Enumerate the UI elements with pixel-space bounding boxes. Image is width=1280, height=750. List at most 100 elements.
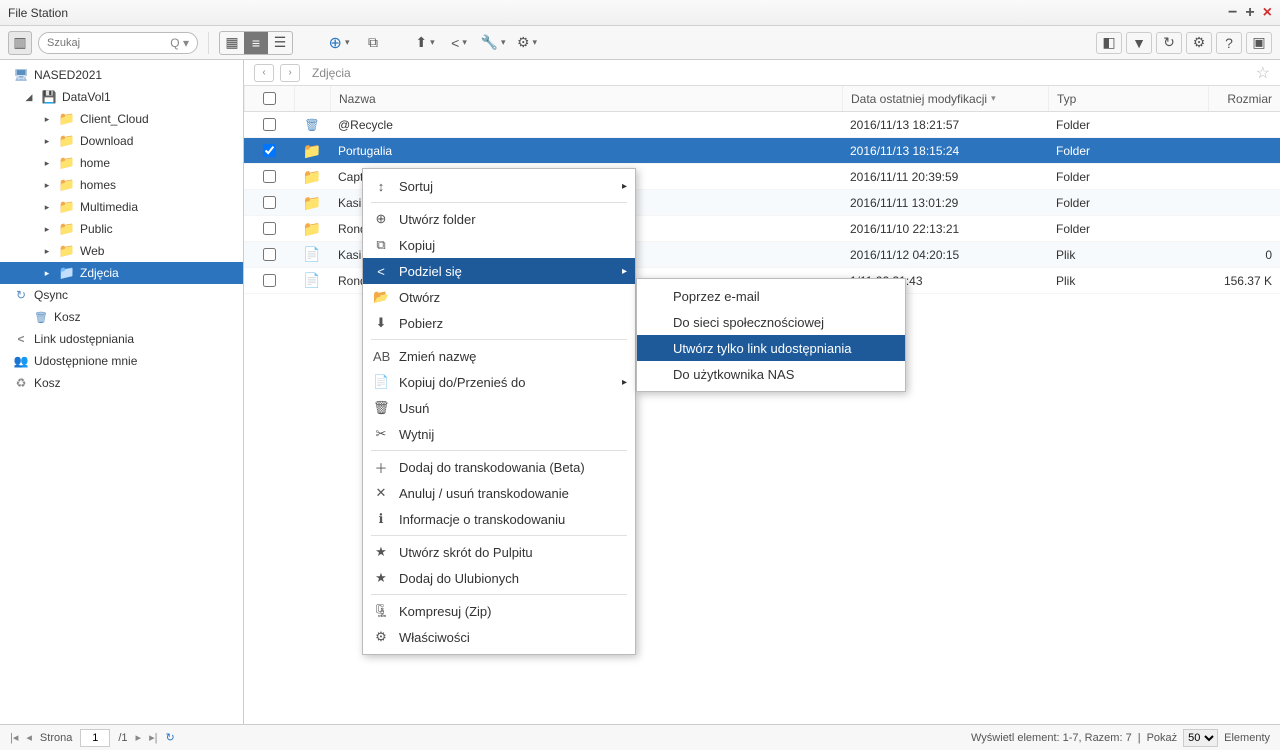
expand-icon[interactable]: ▸ [40, 246, 54, 257]
ctx-info-transcode[interactable]: ℹInformacje o transkodowaniu [363, 506, 635, 532]
refresh-button[interactable]: ↻ [1156, 32, 1182, 54]
sidebar-folder[interactable]: ▸Multimedia [0, 196, 243, 218]
filter-button[interactable]: ▼ [1126, 32, 1152, 54]
select-all-checkbox[interactable] [263, 92, 276, 105]
search-icon[interactable]: Q ▾ [170, 36, 189, 50]
sidebar-folder[interactable]: ▸Client_Cloud [0, 108, 243, 130]
maximize-button[interactable]: + [1245, 4, 1254, 22]
expand-icon[interactable]: ▸ [40, 202, 54, 213]
ctx-share[interactable]: <Podziel się [363, 258, 635, 284]
add-button[interactable]: ⊕ [325, 31, 353, 55]
row-checkbox[interactable] [263, 144, 276, 157]
sidebar-shared[interactable]: Udostępnione mnie [0, 350, 243, 372]
ctx-cut[interactable]: ✂Wytnij [363, 421, 635, 447]
expand-icon[interactable]: ▸ [40, 180, 54, 191]
page-next-button[interactable]: ▸ [136, 731, 142, 744]
upload-button[interactable]: ⬆ [411, 31, 439, 55]
expand-icon[interactable]: ◢ [22, 92, 36, 103]
sidebar-toggle-button[interactable]: ▥ [8, 31, 32, 55]
page-input[interactable] [80, 729, 110, 747]
breadcrumb-path[interactable]: Zdjęcia [312, 66, 351, 80]
row-checkbox[interactable] [263, 274, 276, 287]
ctx-shortcut[interactable]: ★Utwórz skrót do Pulpitu [363, 539, 635, 565]
th-date[interactable]: Data ostatniej modyfikacji▾ [842, 86, 1048, 111]
ctx-properties[interactable]: ⚙Właściwości [363, 624, 635, 650]
favorite-star-icon[interactable]: ☆ [1256, 63, 1270, 83]
sidebar-trash[interactable]: Kosz [0, 372, 243, 394]
close-button[interactable]: × [1263, 4, 1272, 22]
sub-nas[interactable]: Do użytkownika NAS [637, 361, 905, 387]
ctx-favorite[interactable]: ★Dodaj do Ulubionych [363, 565, 635, 591]
remote-button[interactable]: ◧ [1096, 32, 1122, 54]
sidebar-folder[interactable]: ▸Public [0, 218, 243, 240]
th-size[interactable]: Rozmiar [1208, 86, 1280, 111]
page-last-button[interactable]: ▸| [149, 731, 157, 744]
table-row[interactable]: Portugalia 2016/11/13 18:15:24 Folder [244, 138, 1280, 164]
search-input[interactable] [47, 37, 157, 49]
ctx-zip[interactable]: 🗜Kompresuj (Zip) [363, 598, 635, 624]
sidebar-folder[interactable]: ▸home [0, 152, 243, 174]
ctx-sort[interactable]: ↕Sortuj [363, 173, 635, 199]
folder-open-icon: 📂 [373, 289, 389, 305]
table-row[interactable]: @Recycle 2016/11/13 18:21:57 Folder [244, 112, 1280, 138]
ctx-open[interactable]: 📂Otwórz [363, 284, 635, 310]
sub-link[interactable]: Utwórz tylko link udostępniania [637, 335, 905, 361]
page-refresh-button[interactable]: ↻ [165, 731, 174, 744]
sidebar-folder[interactable]: ▸homes [0, 174, 243, 196]
row-checkbox[interactable] [263, 196, 276, 209]
row-checkbox[interactable] [263, 118, 276, 131]
rename-icon: AB [373, 349, 389, 364]
ctx-transcode[interactable]: ＋Dodaj do transkodowania (Beta) [363, 454, 635, 480]
sidebar-kosz[interactable]: Kosz [0, 306, 243, 328]
expand-icon[interactable]: ▸ [40, 224, 54, 235]
folder-icon [303, 142, 321, 160]
tools-button[interactable]: 🔧 [479, 31, 507, 55]
ctx-copy[interactable]: ⧉Kopiuj [363, 232, 635, 258]
cell-date: 2016/11/11 20:39:59 [842, 170, 1048, 184]
nav-forward-button[interactable]: › [280, 64, 300, 82]
nav-back-button[interactable]: ‹ [254, 64, 274, 82]
sidebar-share-link[interactable]: Link udostępniania [0, 328, 243, 350]
trash-icon [32, 309, 50, 325]
ctx-delete[interactable]: 🗑Usuń [363, 395, 635, 421]
th-type[interactable]: Typ [1048, 86, 1208, 111]
config-button[interactable]: ⚙ [1186, 32, 1212, 54]
sidebar-folder[interactable]: ▸Zdjęcia [0, 262, 243, 284]
sub-social[interactable]: Do sieci społecznościowej [637, 309, 905, 335]
view-detail-button[interactable]: ☰ [268, 32, 292, 54]
page-first-button[interactable]: |◂ [10, 731, 18, 744]
view-grid-button[interactable]: ▦ [220, 32, 244, 54]
sub-email[interactable]: Poprzez e-mail [637, 283, 905, 309]
row-checkbox[interactable] [263, 170, 276, 183]
expand-icon[interactable]: ▸ [40, 268, 54, 279]
zip-icon: 🗜 [373, 603, 389, 619]
ctx-copymove[interactable]: 📄Kopiuj do/Przenieś do [363, 369, 635, 395]
ctx-cancel-transcode[interactable]: ✕Anuluj / usuń transkodowanie [363, 480, 635, 506]
row-checkbox[interactable] [263, 222, 276, 235]
sidebar-folder[interactable]: ▸Web [0, 240, 243, 262]
expand-icon[interactable]: ▸ [40, 136, 54, 147]
search-box[interactable]: Q ▾ [38, 32, 198, 54]
page-prev-button[interactable]: ◂ [26, 731, 32, 744]
sidebar-folder[interactable]: ▸Download [0, 130, 243, 152]
page-size-select[interactable]: 50 [1183, 729, 1218, 747]
view-list-button[interactable]: ≡ [244, 32, 268, 54]
help-button[interactable]: ? [1216, 32, 1242, 54]
sidebar-root[interactable]: NASED2021 [0, 64, 243, 86]
row-checkbox[interactable] [263, 248, 276, 261]
sidebar-volume[interactable]: ◢ DataVol1 [0, 86, 243, 108]
panel-button[interactable]: ▣ [1246, 32, 1272, 54]
sidebar-qsync[interactable]: Qsync [0, 284, 243, 306]
minimize-button[interactable]: − [1228, 4, 1237, 22]
th-name[interactable]: Nazwa [330, 86, 842, 111]
th-check[interactable] [244, 86, 294, 111]
expand-icon[interactable]: ▸ [40, 158, 54, 169]
settings-button[interactable]: ⚙ [513, 31, 541, 55]
share-button[interactable]: < [445, 31, 473, 55]
ctx-rename[interactable]: ABZmień nazwę [363, 343, 635, 369]
expand-icon[interactable]: ▸ [40, 114, 54, 125]
copy-button[interactable]: ⧉ [359, 31, 387, 55]
ctx-newfolder[interactable]: ⊕Utwórz folder [363, 206, 635, 232]
cell-type: Folder [1048, 222, 1208, 236]
ctx-download[interactable]: ⬇Pobierz [363, 310, 635, 336]
